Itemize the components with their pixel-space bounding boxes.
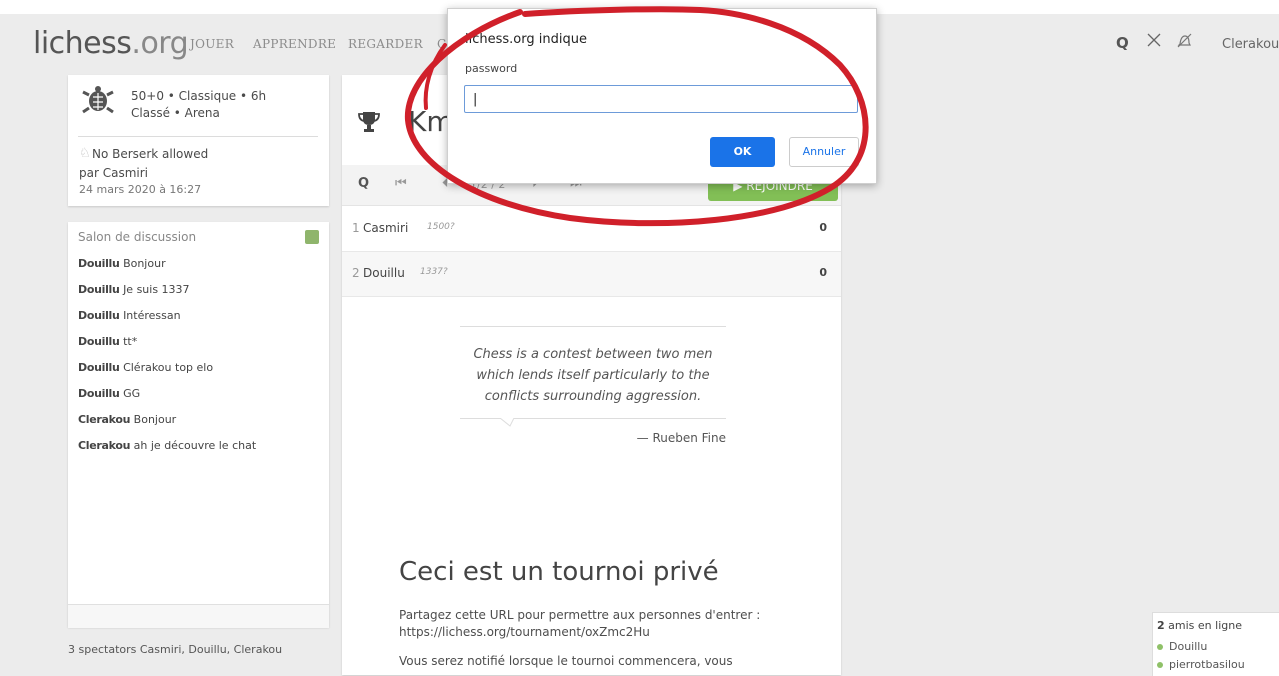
- ok-button[interactable]: OK: [710, 137, 775, 167]
- dialog-message: password: [465, 62, 518, 75]
- chat-message: Douillu Bonjour: [78, 257, 166, 270]
- cancel-button[interactable]: Annuler: [789, 137, 859, 167]
- tournament-clock: 50+0 • Classique • 6h: [131, 89, 267, 103]
- player-rating: 1500?: [427, 222, 455, 232]
- turtle-icon: [80, 83, 116, 126]
- spectators-list: 3 spectators Casmiri, Douillu, Clerakou: [68, 643, 283, 656]
- berserk-note: No Berserk allowed: [92, 147, 209, 161]
- nav-communaute[interactable]: C: [437, 37, 446, 51]
- tournament-type: Classé • Arena: [131, 106, 220, 120]
- notifications-muted-icon[interactable]: [1176, 32, 1193, 53]
- first-page-icon[interactable]: ⏮: [395, 176, 407, 191]
- chat-title: Salon de discussion: [78, 230, 197, 244]
- chat-panel: Salon de discussion Douillu Bonjour Doui…: [68, 222, 329, 628]
- divider: [78, 136, 318, 137]
- chat-input[interactable]: [68, 604, 329, 628]
- challenge-icon[interactable]: [1146, 32, 1162, 52]
- tournament-info-box: 50+0 • Classique • 6h Classé • Arena ♘ N…: [68, 75, 329, 206]
- quote-tail: [500, 418, 514, 427]
- private-tournament-title: Ceci est un tournoi privé: [399, 557, 719, 587]
- standings-row[interactable]: 2 Douillu 1337? 0: [342, 252, 841, 297]
- chat-message: Clerakou ah je découvre le chat: [78, 439, 257, 452]
- quote-author: — Rueben Fine: [636, 431, 726, 445]
- quote-text: Chess is a contest between two men which…: [473, 347, 713, 404]
- trophy-icon: [357, 110, 381, 140]
- chat-message: Douillu Je suis 1337: [78, 283, 190, 296]
- player-rating: 1337?: [420, 267, 448, 277]
- chat-message: Douillu tt*: [78, 335, 138, 348]
- tournament-date: 24 mars 2020 à 16:27: [79, 183, 202, 196]
- quote-top-line: [460, 326, 726, 327]
- online-friends-box[interactable]: 2 amis en ligne Douillu pierrotbasilou: [1152, 612, 1279, 676]
- logo-tld: .org: [131, 26, 189, 61]
- friend-item[interactable]: pierrotbasilou: [1157, 658, 1245, 671]
- player-name[interactable]: Casmiri: [363, 221, 408, 235]
- chat-toggle[interactable]: [305, 230, 319, 244]
- rank-number: 2: [352, 266, 360, 280]
- rank-number: 1: [352, 221, 360, 235]
- standings-row[interactable]: 1 Casmiri 1500? 0: [342, 207, 841, 252]
- password-prompt-dialog: lichess.org indique password OK Annuler: [447, 8, 877, 184]
- player-name[interactable]: Douillu: [363, 266, 405, 280]
- player-score: 0: [819, 266, 827, 279]
- nav-regarder[interactable]: REGARDER: [348, 37, 423, 51]
- private-share-text: Partagez cette URL pour permettre aux pe…: [399, 608, 761, 639]
- site-logo[interactable]: lichess.org: [33, 26, 189, 61]
- chat-message: Clerakou Bonjour: [78, 413, 177, 426]
- search-icon[interactable]: Q: [1116, 34, 1129, 52]
- chat-message: Douillu GG: [78, 387, 141, 400]
- search-icon[interactable]: Q: [358, 176, 369, 191]
- logo-main: lichess: [33, 26, 132, 61]
- friend-item[interactable]: Douillu: [1157, 640, 1207, 653]
- chat-message: Douillu Intéressan: [78, 309, 181, 322]
- berserk-rabbit-icon: ♘: [79, 146, 91, 161]
- password-input[interactable]: [464, 85, 858, 113]
- nav-apprendre[interactable]: APPRENDRE: [253, 37, 336, 51]
- user-menu[interactable]: Clerakou: [1222, 37, 1279, 52]
- friends-title: 2 amis en ligne: [1157, 619, 1242, 632]
- private-notify-text: Vous serez notifié lorsque le tournoi co…: [399, 654, 733, 668]
- chat-message: Douillu Clérakou top elo: [78, 361, 214, 374]
- tournament-creator: par Casmiri: [79, 166, 148, 180]
- player-score: 0: [819, 221, 827, 234]
- dialog-title: lichess.org indique: [465, 32, 587, 47]
- nav-jouer[interactable]: JOUER: [190, 37, 234, 51]
